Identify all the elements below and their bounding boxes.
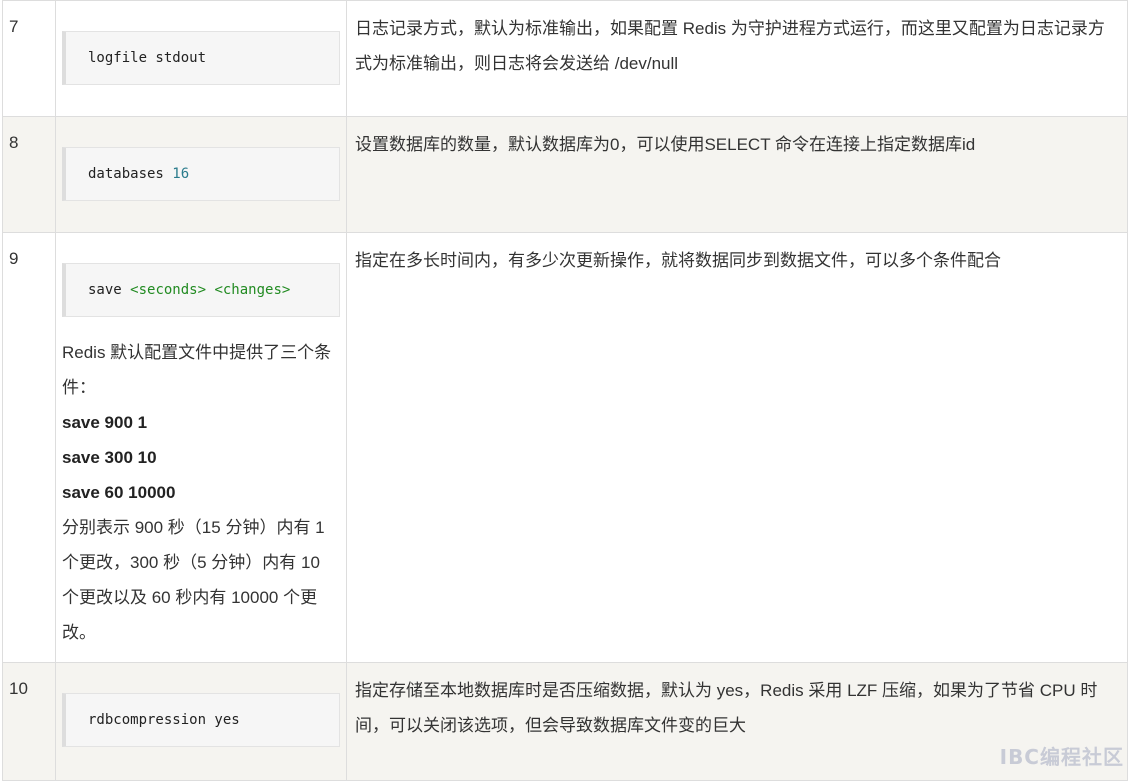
code-block: save <seconds> <changes> xyxy=(62,263,340,317)
description-cell: 日志记录方式，默认为标准输出，如果配置 Redis 为守护进程方式运行，而这里又… xyxy=(346,0,1128,117)
description-cell: 设置数据库的数量，默认数据库为0，可以使用SELECT 命令在连接上指定数据库i… xyxy=(346,116,1128,233)
row-number: 7 xyxy=(2,0,56,117)
code-text: rdbcompression yes xyxy=(88,712,240,728)
row-number: 8 xyxy=(2,116,56,233)
note-line: save 300 10 xyxy=(62,448,157,467)
code-block: rdbcompression yes xyxy=(62,693,340,747)
note-intro: Redis 默认配置文件中提供了三个条件： xyxy=(62,343,332,397)
note-explain: 分别表示 900 秒（15 分钟）内有 1 个更改，300 秒（5 分钟）内有 … xyxy=(62,518,325,642)
config-cell: save <seconds> <changes> Redis 默认配置文件中提供… xyxy=(55,232,347,663)
table-row: 9 save <seconds> <changes> Redis 默认配置文件中… xyxy=(2,232,1128,663)
table-row: 7 logfile stdout 日志记录方式，默认为标准输出，如果配置 Red… xyxy=(2,0,1128,117)
table-row: 10 rdbcompression yes 指定存储至本地数据库时是否压缩数据，… xyxy=(2,662,1128,781)
code-block: logfile stdout xyxy=(62,31,340,85)
code-number: 16 xyxy=(172,166,190,182)
config-note: Redis 默认配置文件中提供了三个条件： save 900 1 save 30… xyxy=(62,335,340,650)
code-text: databases xyxy=(88,166,173,182)
config-cell: logfile stdout xyxy=(55,0,347,117)
code-block: databases 16 xyxy=(62,147,340,201)
config-table: 7 logfile stdout 日志记录方式，默认为标准输出，如果配置 Red… xyxy=(2,0,1128,781)
note-line: save 60 10000 xyxy=(62,483,176,502)
row-number: 10 xyxy=(2,662,56,781)
code-text: logfile stdout xyxy=(88,50,207,66)
description-cell: 指定在多长时间内，有多少次更新操作，就将数据同步到数据文件，可以多个条件配合 xyxy=(346,232,1128,663)
config-cell: rdbcompression yes xyxy=(55,662,347,781)
note-line: save 900 1 xyxy=(62,413,148,432)
code-text: save xyxy=(88,282,131,298)
code-args: <seconds> <changes> xyxy=(130,282,291,298)
table-row: 8 databases 16 设置数据库的数量，默认数据库为0，可以使用SELE… xyxy=(2,116,1128,233)
row-number: 9 xyxy=(2,232,56,663)
site-watermark: IBC编程社区 xyxy=(999,745,1124,769)
config-cell: databases 16 xyxy=(55,116,347,233)
